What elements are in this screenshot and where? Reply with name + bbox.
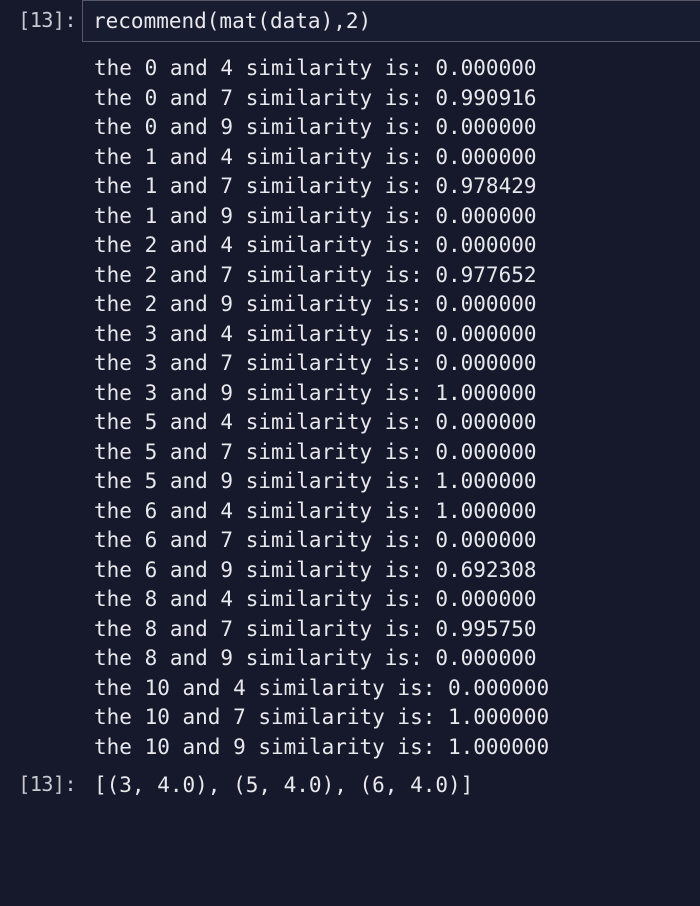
output-prompt-label: [13]: (0, 768, 82, 800)
code-input-area[interactable]: recommend(mat(data),2) (82, 0, 700, 42)
result-cell-row: [13]: [(3, 4.0), (5, 4.0), (6, 4.0)] (0, 768, 700, 802)
code-text: recommend(mat(data),2) (93, 9, 371, 33)
result-output-area: [(3, 4.0), (5, 4.0), (6, 4.0)] (82, 768, 700, 802)
output-cell-row: the 0 and 4 similarity is: 0.000000 the … (0, 48, 700, 768)
stdout-output-area: the 0 and 4 similarity is: 0.000000 the … (82, 48, 700, 768)
input-prompt-label: [13]: (0, 0, 82, 40)
input-cell-row: [13]: recommend(mat(data),2) (0, 0, 700, 42)
